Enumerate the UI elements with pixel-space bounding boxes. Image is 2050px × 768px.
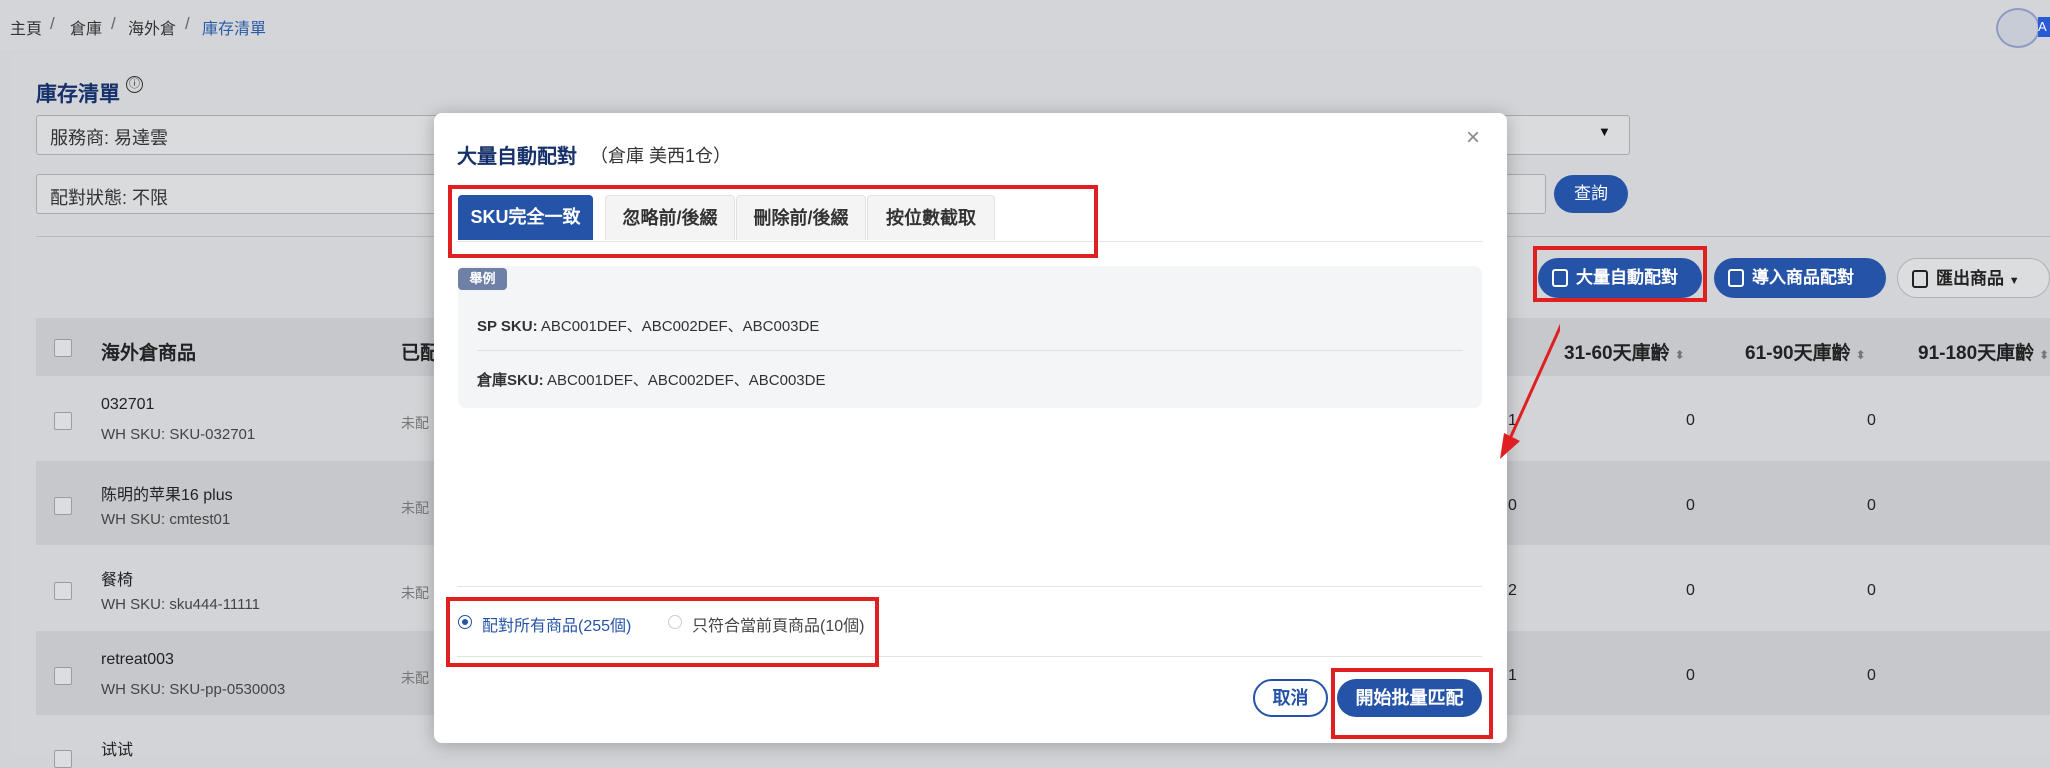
row-cell-partial: 0	[1508, 497, 1517, 514]
caret-down-icon[interactable]: ▼	[1598, 124, 1611, 139]
example-wh-sku-value: ABC001DEF、ABC002DEF、ABC003DE	[547, 372, 826, 389]
export-products-label: 匯出商品	[1936, 269, 2004, 288]
row-cell-age-61-90: 0	[1867, 667, 1876, 684]
dialog-divider	[457, 586, 1482, 587]
example-wh-sku-label: 倉庫SKU:	[477, 372, 544, 389]
row-product-name: 餐椅	[101, 572, 134, 589]
row-wh-sku: WH SKU: SKU-pp-0530003	[101, 681, 286, 698]
breadcrumb-overseas[interactable]: 海外倉	[128, 15, 176, 39]
close-icon[interactable]: ×	[1466, 124, 1480, 152]
annotation-box-start	[1331, 668, 1493, 739]
example-sp-sku: SP SKU: ABC001DEF、ABC002DEF、ABC003DE	[477, 315, 819, 336]
import-icon	[1728, 269, 1744, 287]
sort-icon[interactable]: ⬍	[1675, 348, 1685, 362]
breadcrumb-separator: /	[50, 14, 55, 33]
row-product-name: 032701	[101, 396, 155, 413]
row-product-name: 陈明的苹果16 plus	[101, 487, 233, 504]
sort-icon[interactable]: ⬍	[2039, 348, 2049, 362]
row-cell-age-61-90: 0	[1867, 412, 1876, 429]
avatar[interactable]	[1996, 8, 2040, 48]
row-cell-partial: 2	[1508, 582, 1517, 599]
row-product-name: retreat003	[101, 651, 174, 668]
row-match-status: 未配	[401, 415, 429, 431]
row-checkbox[interactable]	[54, 750, 72, 768]
query-button[interactable]: 查詢	[1554, 175, 1628, 213]
page-title: 庫存清單	[36, 83, 120, 106]
column-header-age-91-180[interactable]: 91-180天庫齡 ⬍	[1918, 338, 2049, 365]
breadcrumb-warehouse[interactable]: 倉庫	[70, 15, 102, 39]
select-all-checkbox[interactable]	[54, 339, 72, 357]
row-checkbox[interactable]	[54, 667, 72, 685]
row-product-name: 试试	[101, 742, 134, 759]
breadcrumb-current: 庫存清單	[202, 21, 267, 38]
column-header-age-31-60[interactable]: 31-60天庫齡 ⬍	[1564, 338, 1685, 365]
example-divider	[477, 350, 1463, 351]
annotation-box-scope	[446, 597, 879, 667]
row-cell-age-61-90: 0	[1867, 497, 1876, 514]
caret-down-icon: ▼	[2008, 275, 2020, 287]
row-wh-sku: WH SKU: cmtest01	[101, 511, 231, 528]
example-sp-sku-label: SP SKU:	[477, 318, 538, 335]
info-icon[interactable]: ⓘ	[126, 76, 143, 93]
annotation-box-tabs	[448, 185, 1098, 258]
row-match-status: 未配	[401, 585, 429, 601]
export-products-button[interactable]: 匯出商品 ▼	[1897, 258, 2050, 298]
annotation-arrow	[1500, 323, 1560, 459]
top-bar	[0, 0, 2050, 50]
example-wh-sku: 倉庫SKU: ABC001DEF、ABC002DEF、ABC003DE	[477, 369, 825, 390]
breadcrumb-separator: /	[185, 14, 190, 33]
export-icon	[1912, 270, 1928, 288]
row-cell-age-31-60: 0	[1686, 412, 1695, 429]
row-cell-age-31-60: 0	[1686, 667, 1695, 684]
dialog-title: 大量自動配對	[457, 146, 577, 168]
row-cell-partial: 1	[1508, 667, 1517, 684]
row-match-status: 未配	[401, 500, 429, 516]
avatar-label[interactable]: A	[2038, 17, 2050, 37]
column-header-age-91-180-label: 91-180天庫齡	[1918, 343, 2035, 364]
import-match-button[interactable]: 導入商品配對	[1714, 258, 1886, 298]
row-wh-sku: WH SKU: SKU-032701	[101, 426, 256, 443]
example-badge: 舉例	[458, 268, 507, 290]
breadcrumb-separator: /	[111, 14, 116, 33]
row-checkbox[interactable]	[54, 497, 72, 515]
import-match-label: 導入商品配對	[1752, 268, 1854, 287]
column-header-product: 海外倉商品	[101, 343, 197, 364]
row-match-status: 未配	[401, 670, 429, 686]
dialog-subtitle: （倉庫 美西1仓）	[590, 146, 732, 166]
match-status-filter-value: 配對狀態: 不限	[50, 188, 169, 208]
row-checkbox[interactable]	[54, 412, 72, 430]
column-header-age-31-60-label: 31-60天庫齡	[1564, 343, 1670, 364]
row-cell-age-31-60: 0	[1686, 497, 1695, 514]
annotation-box-bulk-button	[1533, 246, 1707, 302]
sort-icon[interactable]: ⬍	[1856, 348, 1866, 362]
column-header-age-61-90-label: 61-90天庫齡	[1745, 343, 1851, 364]
breadcrumb-home[interactable]: 主頁	[10, 15, 42, 39]
column-header-age-61-90[interactable]: 61-90天庫齡 ⬍	[1745, 338, 1866, 365]
row-cell-age-31-60: 0	[1686, 582, 1695, 599]
cancel-button[interactable]: 取消	[1253, 679, 1328, 717]
row-wh-sku: WH SKU: sku444-11111	[101, 596, 260, 613]
provider-select-value: 服務商: 易達雲	[50, 128, 169, 148]
row-cell-age-61-90: 0	[1867, 582, 1876, 599]
example-sp-sku-value: ABC001DEF、ABC002DEF、ABC003DE	[540, 318, 820, 335]
row-checkbox[interactable]	[54, 582, 72, 600]
